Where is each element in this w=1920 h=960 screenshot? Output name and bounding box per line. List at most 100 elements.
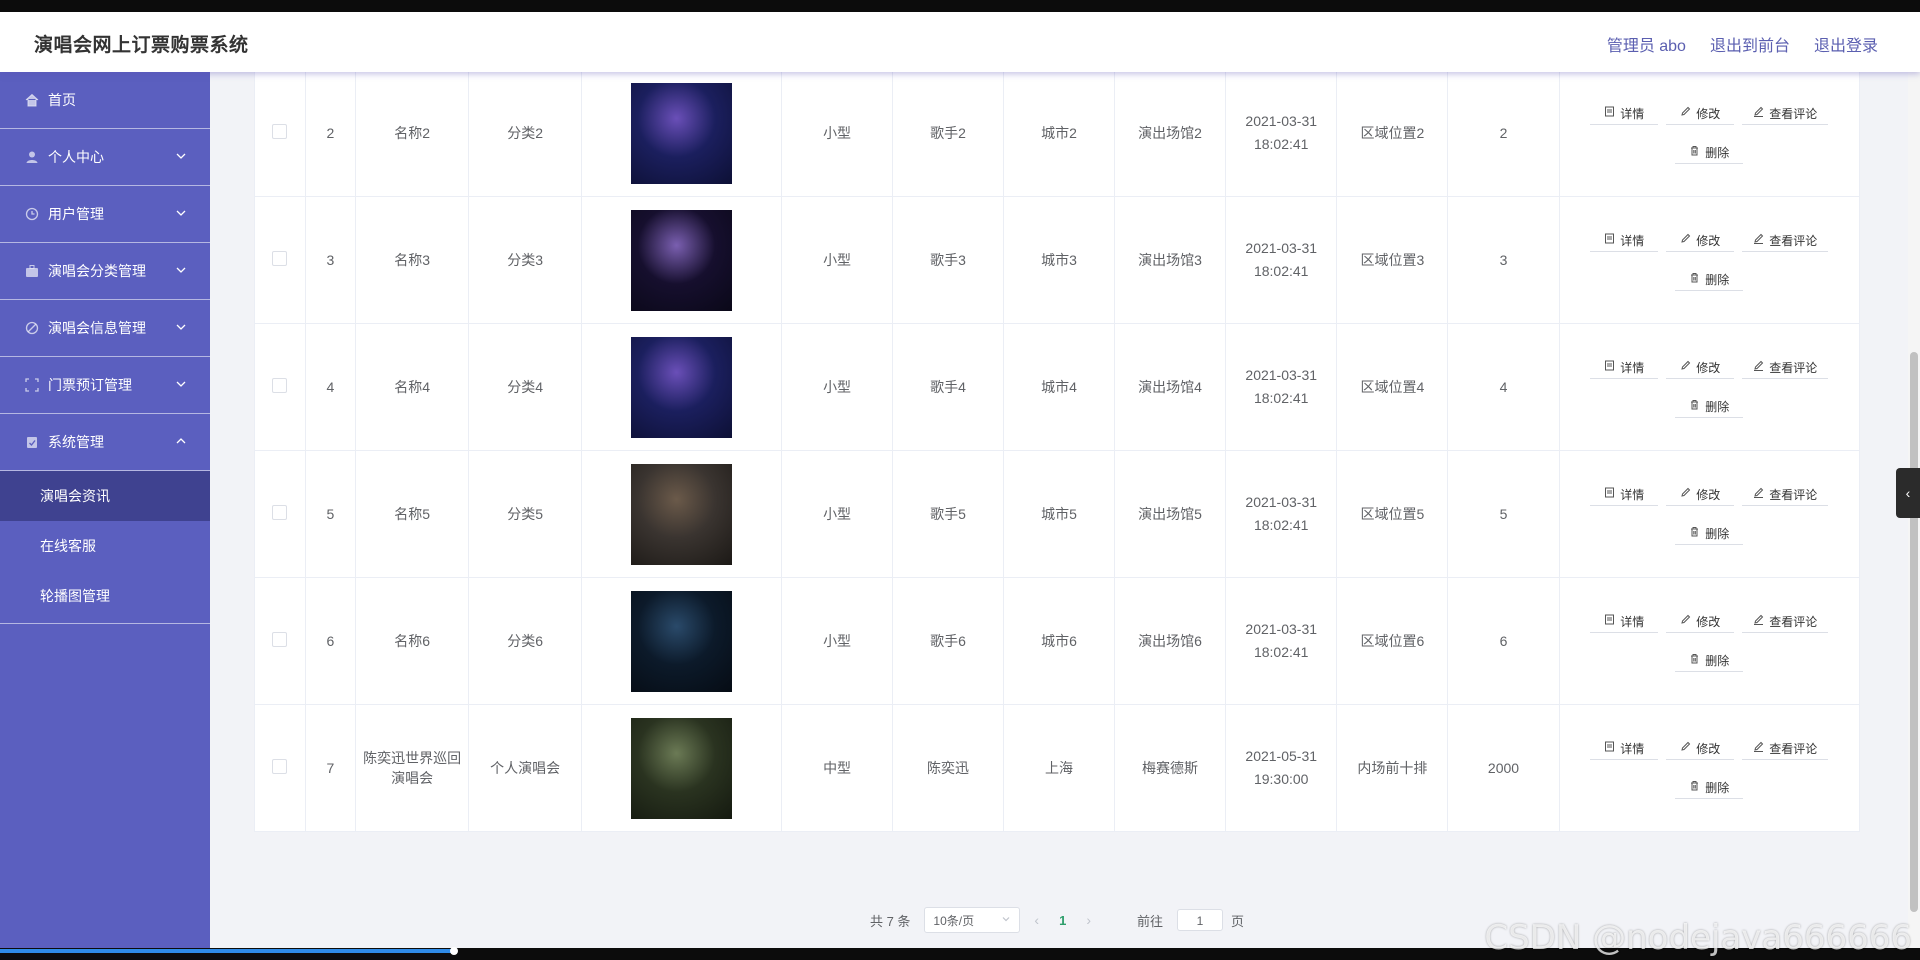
- detail-button[interactable]: 详情: [1590, 229, 1659, 252]
- view-comments-button[interactable]: 查看评论: [1742, 737, 1829, 760]
- concert-photo[interactable]: [631, 336, 733, 438]
- actions-group: 详情 修改 查看评论删除: [1560, 610, 1859, 672]
- app-window: 演唱会网上订票购票系统 管理员 abo 退出到前台 退出登录 首页 个人中心 用户管…: [0, 12, 1920, 948]
- submenu-item-0[interactable]: 演唱会资讯: [0, 471, 210, 521]
- edit-button[interactable]: 修改: [1666, 356, 1735, 379]
- comments-label: 查看评论: [1769, 614, 1818, 629]
- detail-label: 详情: [1620, 741, 1645, 756]
- detail-label: 详情: [1620, 487, 1645, 502]
- actions-group: 详情 修改 查看评论删除: [1560, 102, 1859, 164]
- concert-photo[interactable]: [631, 717, 733, 819]
- row-checkbox-cell: [254, 450, 306, 578]
- index-cell: 6: [304, 577, 357, 705]
- next-page-icon[interactable]: ›: [1086, 912, 1091, 928]
- edit-label: 修改: [1696, 614, 1721, 629]
- trash-icon: [1689, 399, 1700, 413]
- detail-button[interactable]: 详情: [1590, 610, 1659, 633]
- view-comments-button[interactable]: 查看评论: [1742, 102, 1829, 125]
- page-number-current[interactable]: 1: [1053, 913, 1072, 928]
- delete-button[interactable]: 删除: [1675, 522, 1744, 545]
- actions-group: 详情 修改 查看评论删除: [1560, 483, 1859, 545]
- comments-label: 查看评论: [1769, 741, 1818, 756]
- area-cell: 区域位置4: [1336, 323, 1449, 451]
- row-checkbox[interactable]: [272, 251, 288, 266]
- detail-button[interactable]: 详情: [1590, 737, 1659, 760]
- back-to-frontend-link[interactable]: 退出到前台: [1710, 32, 1790, 56]
- row-checkbox[interactable]: [272, 632, 288, 647]
- row-checkbox-cell: [254, 704, 306, 832]
- detail-button[interactable]: 详情: [1590, 483, 1659, 506]
- top-links: 管理员 abo 退出到前台 退出登录: [1607, 32, 1878, 56]
- video-progress-bar[interactable]: [0, 949, 454, 953]
- sidebar-item-4[interactable]: 演唱会信息管理: [0, 300, 210, 357]
- detail-label: 详情: [1620, 233, 1645, 248]
- row-checkbox[interactable]: [272, 759, 288, 774]
- submenu-item-2[interactable]: 轮播图管理: [0, 571, 210, 621]
- sidebar-item-1[interactable]: 个人中心: [0, 129, 210, 186]
- image-cell: [581, 196, 783, 324]
- date-text: 2021-03-31: [1245, 494, 1318, 510]
- document-icon: [1604, 360, 1615, 374]
- edit-button[interactable]: 修改: [1666, 483, 1735, 506]
- edit-button[interactable]: 修改: [1666, 229, 1735, 252]
- clipboard-icon: [24, 434, 40, 450]
- sidebar-item-5[interactable]: 门票预订管理: [0, 357, 210, 414]
- collapse-handle-icon[interactable]: ‹: [1896, 468, 1920, 518]
- prev-page-icon[interactable]: ‹: [1034, 912, 1039, 928]
- row-checkbox[interactable]: [272, 505, 288, 520]
- delete-button[interactable]: 删除: [1675, 395, 1744, 418]
- top-bar: 演唱会网上订票购票系统 管理员 abo 退出到前台 退出登录: [0, 12, 1920, 72]
- page-size-select[interactable]: 10条/页: [924, 907, 1021, 933]
- city-cell: 城市3: [1003, 196, 1116, 324]
- sidebar-item-0[interactable]: 首页: [0, 72, 210, 129]
- admin-user-link[interactable]: 管理员 abo: [1607, 32, 1686, 56]
- row-checkbox[interactable]: [272, 124, 288, 139]
- delete-button[interactable]: 删除: [1675, 141, 1744, 164]
- date-text: 2021-03-31: [1245, 367, 1318, 383]
- edit-button[interactable]: 修改: [1666, 737, 1735, 760]
- pencil-icon: [1680, 360, 1691, 374]
- concert-photo[interactable]: [631, 82, 733, 184]
- edit-button[interactable]: 修改: [1666, 102, 1735, 125]
- detail-button[interactable]: 详情: [1590, 356, 1659, 379]
- submenu-item-1[interactable]: 在线客服: [0, 521, 210, 571]
- concert-photo[interactable]: [631, 209, 733, 311]
- trash-icon: [1689, 272, 1700, 286]
- count-cell: 2: [1447, 69, 1560, 197]
- row-checkbox[interactable]: [272, 378, 288, 393]
- scrollbar-thumb[interactable]: [1910, 352, 1918, 912]
- sidebar-item-6[interactable]: 系统管理: [0, 414, 210, 471]
- edit-button[interactable]: 修改: [1666, 610, 1735, 633]
- logout-link[interactable]: 退出登录: [1814, 32, 1878, 56]
- sidebar-item-2[interactable]: 用户管理: [0, 186, 210, 243]
- csdn-watermark: CSDN @nodejava666666: [1484, 918, 1912, 958]
- time-cell: 2021-03-31 18:02:41: [1225, 323, 1338, 451]
- submenu-divider: [0, 623, 210, 624]
- view-comments-button[interactable]: 查看评论: [1742, 229, 1829, 252]
- detail-button[interactable]: 详情: [1590, 102, 1659, 125]
- user-icon: [24, 149, 40, 165]
- actions-cell: 详情 修改 查看评论删除: [1558, 323, 1861, 451]
- delete-button[interactable]: 删除: [1675, 649, 1744, 672]
- delete-button[interactable]: 删除: [1675, 776, 1744, 799]
- name-cell: 名称6: [355, 577, 470, 705]
- area-cell: 区域位置2: [1336, 69, 1449, 197]
- view-comments-button[interactable]: 查看评论: [1742, 356, 1829, 379]
- delete-button[interactable]: 删除: [1675, 268, 1744, 291]
- actions-row: 详情 修改 查看评论: [1590, 610, 1829, 633]
- document-icon: [1604, 106, 1615, 120]
- concert-photo[interactable]: [631, 590, 733, 692]
- type-cell: 小型: [781, 196, 894, 324]
- edit-line-icon: [1753, 233, 1764, 247]
- view-comments-button[interactable]: 查看评论: [1742, 610, 1829, 633]
- concert-photo[interactable]: [631, 463, 733, 565]
- video-progress-knob[interactable]: [450, 947, 458, 955]
- name-cell: 名称5: [355, 450, 470, 578]
- chevron-up-icon: [174, 434, 188, 448]
- view-comments-button[interactable]: 查看评论: [1742, 483, 1829, 506]
- venue-cell: 演出场馆6: [1114, 577, 1227, 705]
- sidebar-item-3[interactable]: 演唱会分类管理: [0, 243, 210, 300]
- goto-page-input[interactable]: 1: [1177, 909, 1224, 931]
- time-cell: 2021-05-31 19:30:00: [1225, 704, 1338, 832]
- venue-cell: 演出场馆5: [1114, 450, 1227, 578]
